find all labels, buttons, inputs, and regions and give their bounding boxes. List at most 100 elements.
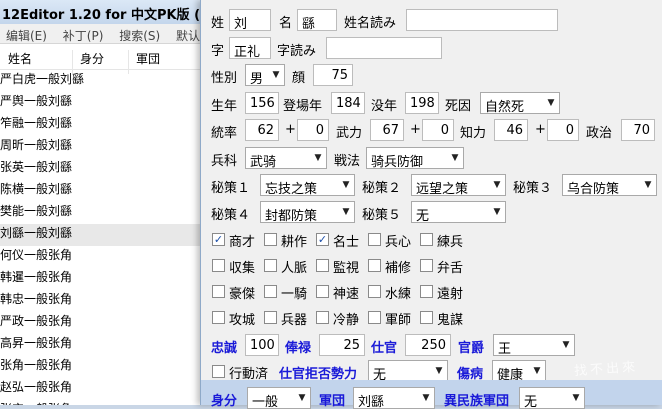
skill-checkbox[interactable] xyxy=(368,311,381,324)
skill-checkbox[interactable] xyxy=(264,233,277,246)
leadership-bonus-field[interactable]: 0 xyxy=(297,119,329,141)
skill-checkbox[interactable] xyxy=(212,259,225,272)
table-row[interactable]: 韩忠一般张角 xyxy=(0,290,200,312)
skill-label: 兵心 xyxy=(385,235,412,250)
table-row[interactable]: 笮融一般刘繇 xyxy=(0,114,200,136)
cell-corps: 刘繇 xyxy=(60,72,85,86)
skill-label: 兵器 xyxy=(281,313,308,328)
style-reading-field[interactable] xyxy=(326,37,442,59)
debut-field[interactable]: 184 xyxy=(331,92,365,114)
troop-select[interactable]: 武骑 ▼ xyxy=(245,147,327,169)
skill-checkbox[interactable] xyxy=(264,311,277,324)
tactic-select[interactable]: 骑兵防御 ▼ xyxy=(366,147,464,169)
officer-list[interactable]: 姓名 身分 軍団 严白虎一般刘繇 严舆一般刘繇 笮融一般刘繇 周昕一般刘繇 张英一般刘繇… xyxy=(0,44,200,405)
table-row[interactable]: 严舆一般刘繇 xyxy=(0,92,200,114)
foreign-corps-select[interactable]: 无 ▼ xyxy=(519,387,585,409)
table-row[interactable]: 何仪一般张角 xyxy=(0,246,200,268)
table-row[interactable]: 赵弘一般张角 xyxy=(0,378,200,400)
menu-search[interactable]: 搜索(S) xyxy=(113,24,166,43)
skill-checkbox[interactable] xyxy=(316,285,329,298)
cell-name: 刘繇 xyxy=(0,226,25,240)
skill-checkbox[interactable] xyxy=(316,259,329,272)
status-select[interactable]: 一般 ▼ xyxy=(247,387,311,409)
skill-checkbox[interactable] xyxy=(316,311,329,324)
rank-value: 王 xyxy=(498,342,512,356)
gender-select[interactable]: 男 ▼ xyxy=(245,64,285,86)
chevron-down-icon: ▼ xyxy=(314,153,322,163)
salary-field[interactable]: 25 xyxy=(319,334,365,356)
skill-checkbox[interactable] xyxy=(212,285,225,298)
table-row[interactable]: 张角一般张角 xyxy=(0,356,200,378)
birth-field[interactable]: 156 xyxy=(245,92,279,114)
face-label: 顔 xyxy=(292,71,306,86)
table-row[interactable]: 周昕一般刘繇 xyxy=(0,136,200,158)
secret4-select[interactable]: 封都防策 ▼ xyxy=(260,201,355,223)
chevron-down-icon: ▼ xyxy=(644,180,652,190)
name-reading-field[interactable] xyxy=(406,9,558,31)
intel-bonus-field[interactable]: 0 xyxy=(547,119,579,141)
politics-field[interactable]: 70 xyxy=(621,119,655,141)
secret2-select[interactable]: 远望之策 ▼ xyxy=(411,174,506,196)
menu-edit[interactable]: 编辑(E) xyxy=(0,24,53,43)
illness-select[interactable]: 健康 ▼ xyxy=(492,360,546,382)
table-row[interactable]: 韩暹一般张角 xyxy=(0,268,200,290)
table-row[interactable]: 严政一般张角 xyxy=(0,312,200,334)
skill-checkbox[interactable]: ✓ xyxy=(316,233,329,246)
status-label: 身分 xyxy=(211,394,238,409)
column-header-status[interactable]: 身分 xyxy=(80,50,104,67)
skill-checkbox[interactable] xyxy=(264,259,277,272)
refuse-select[interactable]: 无 ▼ xyxy=(368,360,448,382)
name-label: 名 xyxy=(279,16,293,31)
intel-field[interactable]: 46 xyxy=(494,119,528,141)
skill-checkbox[interactable] xyxy=(368,285,381,298)
menu-patch[interactable]: 补丁(P) xyxy=(57,24,110,43)
table-row[interactable]: 刘繇一般刘繇 xyxy=(0,224,200,246)
loyalty-field[interactable]: 100 xyxy=(245,334,279,356)
skill-checkbox[interactable] xyxy=(212,311,225,324)
table-row[interactable]: 张宝一般张角 xyxy=(0,400,200,405)
menu-default[interactable]: 默认 xyxy=(170,24,200,43)
face-field[interactable]: 75 xyxy=(313,64,353,86)
cell-status: 一般 xyxy=(24,226,49,240)
surname-field[interactable]: 刘 xyxy=(229,9,271,31)
chevron-down-icon: ▼ xyxy=(435,366,443,376)
skill-label: 豪傑 xyxy=(229,287,256,302)
table-row[interactable]: 樊能一般刘繇 xyxy=(0,202,200,224)
style-field[interactable]: 正礼 xyxy=(229,37,271,59)
skill-checkbox[interactable]: ✓ xyxy=(212,233,225,246)
secret5-select[interactable]: 无 ▼ xyxy=(411,201,506,223)
secret1-label: 秘策１ xyxy=(211,181,251,196)
secret3-select[interactable]: 乌合防策 ▼ xyxy=(562,174,657,196)
skill-checkbox[interactable] xyxy=(368,259,381,272)
table-row[interactable]: 严白虎一般刘繇 xyxy=(0,70,200,92)
secret1-select[interactable]: 忘技之策 ▼ xyxy=(260,174,355,196)
skill-checkbox[interactable] xyxy=(420,285,433,298)
table-row[interactable]: 陈横一般刘繇 xyxy=(0,180,200,202)
cell-name: 樊能 xyxy=(0,204,25,218)
corps-select[interactable]: 刘繇 ▼ xyxy=(353,387,435,409)
skill-checkbox[interactable] xyxy=(368,233,381,246)
table-row[interactable]: 张英一般刘繇 xyxy=(0,158,200,180)
chevron-down-icon: ▼ xyxy=(342,207,350,217)
column-header-corps[interactable]: 軍団 xyxy=(136,50,160,67)
skill-checkbox[interactable] xyxy=(420,259,433,272)
leadership-field[interactable]: 62 xyxy=(245,119,279,141)
cell-corps: 刘繇 xyxy=(48,116,73,130)
column-header-name[interactable]: 姓名 xyxy=(8,50,32,67)
death-field[interactable]: 198 xyxy=(405,92,439,114)
table-row[interactable]: 高昇一般张角 xyxy=(0,334,200,356)
acted-checkbox[interactable] xyxy=(212,365,225,378)
service-field[interactable]: 250 xyxy=(405,334,451,356)
war-bonus-field[interactable]: 0 xyxy=(422,119,454,141)
death-cause-select[interactable]: 自然死 ▼ xyxy=(480,92,560,114)
plus-sign: + xyxy=(410,122,421,137)
skill-checkbox[interactable] xyxy=(264,285,277,298)
skill-checkbox[interactable] xyxy=(420,233,433,246)
skill-checkbox[interactable] xyxy=(420,311,433,324)
name-field[interactable]: 繇 xyxy=(297,9,337,31)
cell-status: 一般 xyxy=(24,314,49,328)
rank-select[interactable]: 王 ▼ xyxy=(493,334,575,356)
debut-label: 登場年 xyxy=(283,99,323,114)
cell-status: 一般 xyxy=(24,94,49,108)
war-field[interactable]: 67 xyxy=(370,119,404,141)
